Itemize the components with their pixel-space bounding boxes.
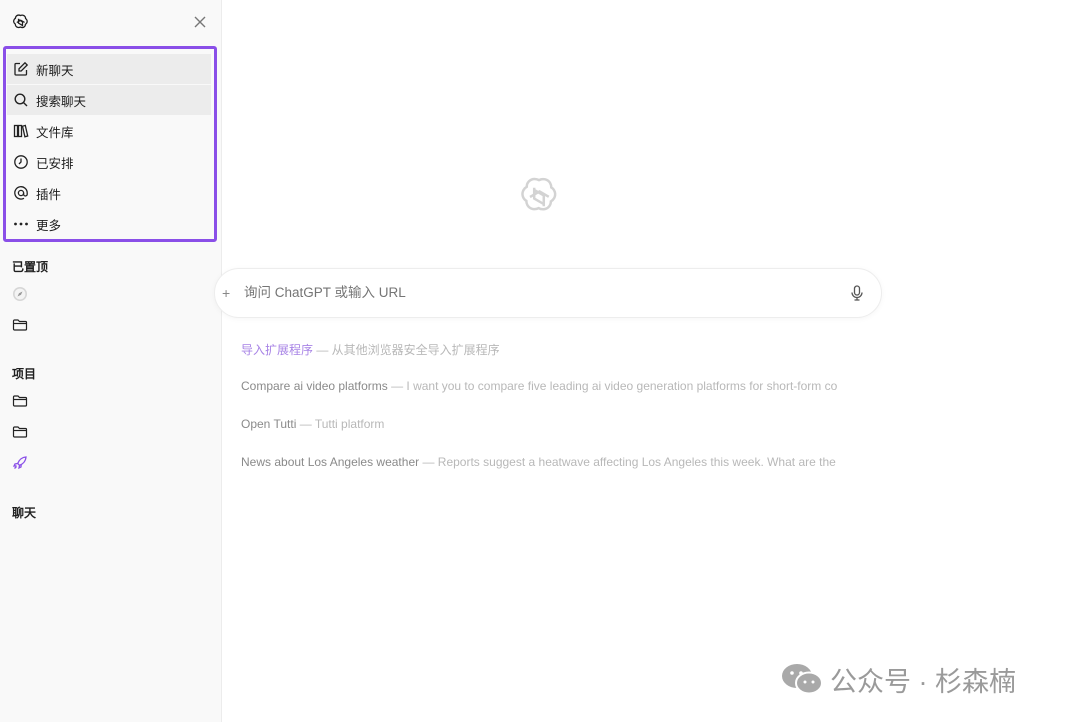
menu-item-label: 插件 xyxy=(36,187,62,202)
sidebar-header xyxy=(0,0,222,46)
menu-item-label: 已安排 xyxy=(36,156,74,171)
menu-item-plugins[interactable]: 插件 xyxy=(7,178,211,208)
prompt-input[interactable] xyxy=(244,285,804,300)
suggestion-open-tutti[interactable]: Open Tutti — Tutti platform xyxy=(241,417,865,439)
rocket-icon[interactable] xyxy=(12,455,28,471)
suggestion-desc: — 从其他浏览器安全导入扩展程序 xyxy=(313,343,500,357)
menu-item-new-chat[interactable]: 新聊天 xyxy=(7,54,211,84)
chats-section-title: 聊天 xyxy=(12,506,37,520)
openai-logo-icon[interactable] xyxy=(11,13,30,32)
suggestion-title: Compare ai video platforms xyxy=(241,379,388,393)
compass-icon[interactable] xyxy=(12,286,28,302)
suggestion-title: 导入扩展程序 xyxy=(241,343,314,357)
microphone-icon[interactable] xyxy=(850,285,864,301)
suggestion-import-extensions[interactable]: 导入扩展程序 — 从其他浏览器安全导入扩展程序 xyxy=(241,341,865,363)
openai-logo-icon xyxy=(521,177,557,211)
library-icon xyxy=(13,123,29,139)
watermark-text: 公众号 · 杉森楠 xyxy=(830,666,1016,697)
watermark: 公众号 · 杉森楠 xyxy=(780,660,1016,698)
main-content: + 导入扩展程序 — 从其他浏览器安全导入扩展程序 Compare ai vid… xyxy=(214,0,1080,722)
menu-item-more[interactable]: 更多 xyxy=(7,209,211,239)
menu-item-label: 更多 xyxy=(36,218,62,233)
suggestion-desc: — I want you to compare five leading ai … xyxy=(387,379,838,393)
folder-icon[interactable] xyxy=(12,393,28,409)
sidebar: 新聊天 搜索聊天 文件库 已安排 插件 更多 已置顶 项目 聊天 xyxy=(0,0,222,722)
menu-item-scheduled[interactable]: 已安排 xyxy=(7,147,211,177)
add-button[interactable]: + xyxy=(222,285,230,301)
more-icon xyxy=(13,216,29,232)
menu-item-label: 新聊天 xyxy=(36,63,74,78)
pinned-section-title: 已置顶 xyxy=(12,260,49,274)
menu-item-label: 搜索聊天 xyxy=(36,94,87,109)
suggestion-la-weather[interactable]: News about Los Angeles weather — Reports… xyxy=(241,455,865,477)
suggestion-desc: — Tutti platform xyxy=(296,417,385,431)
folder-icon[interactable] xyxy=(12,424,28,440)
suggestion-title: Open Tutti xyxy=(241,417,297,431)
at-icon xyxy=(13,185,29,201)
edit-icon xyxy=(13,61,29,77)
menu-item-label: 文件库 xyxy=(36,125,74,140)
menu-item-search-chat[interactable]: 搜索聊天 xyxy=(7,85,211,115)
suggestion-desc: — Reports suggest a heatwave affecting L… xyxy=(419,455,836,469)
suggestion-compare-ai-video[interactable]: Compare ai video platforms — I want you … xyxy=(241,379,865,401)
suggestion-title: News about Los Angeles weather xyxy=(241,455,420,469)
projects-section-title: 项目 xyxy=(12,367,37,381)
wechat-icon xyxy=(782,664,823,695)
folder-icon[interactable] xyxy=(12,317,28,333)
search-icon xyxy=(13,92,29,108)
menu-item-library[interactable]: 文件库 xyxy=(7,116,211,146)
close-icon[interactable] xyxy=(193,15,207,29)
clock-icon xyxy=(13,154,29,170)
